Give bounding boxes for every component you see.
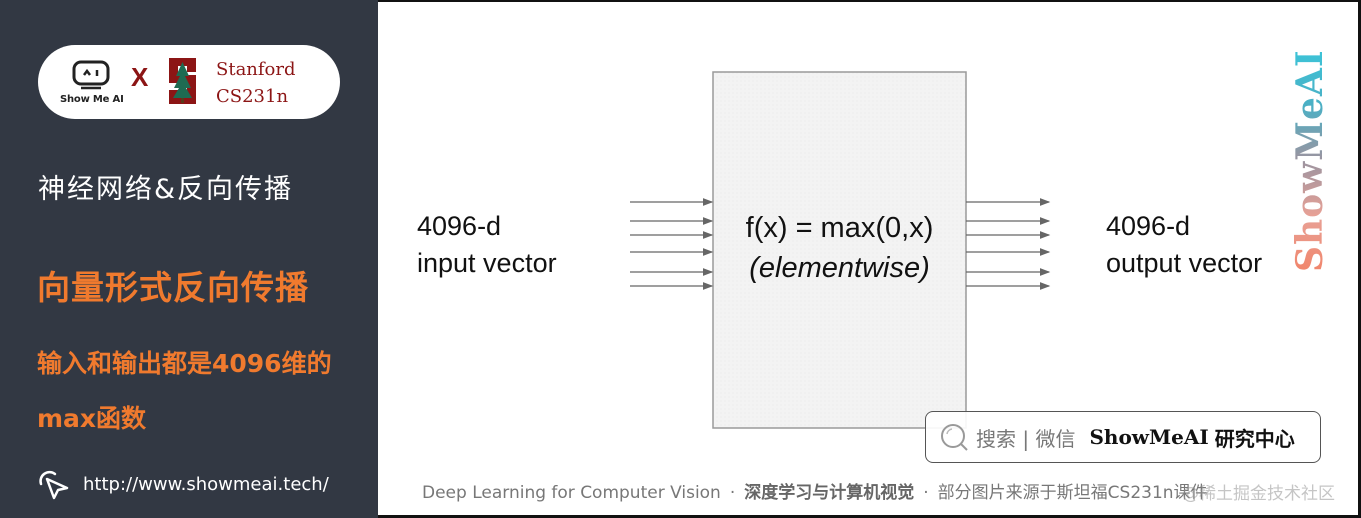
input-vector-label: 4096-d input vector — [417, 208, 557, 282]
output-dim-label: 4096-d — [1106, 211, 1191, 241]
footer-separator: · — [729, 483, 736, 503]
input-arrows — [630, 198, 714, 290]
footer: Deep Learning for Computer Vision · 深度学习与计… — [422, 478, 1208, 503]
input-dim-label: 4096-d — [417, 211, 502, 241]
wechat-search-box[interactable]: 搜索 | 微信 ShowMeAI 研究中心 — [925, 411, 1321, 463]
output-name-label: output vector — [1106, 248, 1263, 278]
showmeai-watermark: ShowMeAI — [1289, 49, 1331, 272]
search-brand-suffix: 研究中心 — [1214, 426, 1295, 451]
output-vector-label: 4096-d output vector — [1106, 208, 1262, 282]
footer-credit: 部分图片来源于斯坦福CS231n课件 — [937, 483, 1208, 503]
function-box — [712, 71, 967, 429]
function-note: (elementwise) — [749, 252, 930, 284]
input-name-label: input vector — [417, 248, 557, 278]
search-brand: ShowMeAI — [1089, 425, 1209, 449]
footer-course-en: Deep Learning for Computer Vision — [422, 483, 721, 503]
output-arrows — [966, 198, 1051, 290]
juejin-watermark: @稀土掘金技术社区 — [1182, 484, 1335, 504]
footer-separator: · — [923, 483, 929, 503]
function-formula: f(x) = max(0,x) — [745, 212, 934, 244]
search-hint: 搜索 | 微信 — [976, 426, 1076, 451]
search-icon — [941, 424, 968, 451]
footer-course-cn: 深度学习与计算机视觉 — [744, 483, 915, 503]
